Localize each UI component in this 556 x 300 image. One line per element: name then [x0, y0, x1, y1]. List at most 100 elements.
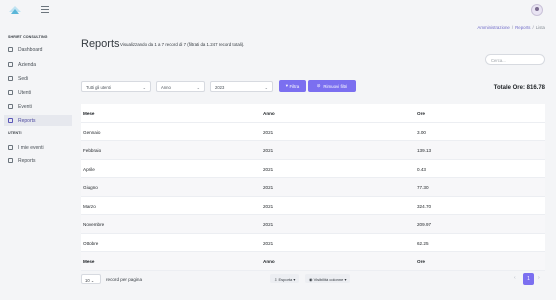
reports-icon — [8, 118, 13, 123]
sidebar-item-reports-user[interactable]: Reports — [4, 155, 72, 166]
table-row: Giugno 2021 77.30 — [81, 178, 545, 197]
calendar-icon — [8, 104, 13, 109]
chevron-down-icon: ▾ — [292, 276, 296, 282]
cell-mese: Marzo — [83, 203, 96, 209]
search-input[interactable]: Cerca... — [485, 54, 545, 65]
remove-filters-button[interactable]: ⊘ Rimuovi filtri — [308, 80, 356, 92]
table-row: Marzo 2021 324.70 — [81, 197, 545, 215]
per-page-select[interactable]: 10 ⌄ — [81, 274, 101, 284]
column-footer-mese: Mese — [83, 259, 95, 264]
table-row: Novembre 2021 209.97 — [81, 215, 545, 234]
sidebar: SHRIRT CONSULTING Dashboard Azienda Sedi… — [0, 22, 74, 300]
sidebar-item-dashboard[interactable]: Dashboard — [4, 44, 72, 55]
reports-table: Mese Anno Ore Gennaio 2021 3.00 Febbraio… — [81, 104, 545, 271]
cell-ore: 3.00 — [417, 129, 426, 135]
cell-anno: 2021 — [263, 203, 274, 209]
sidebar-item-label: I mie eventi — [18, 144, 44, 151]
cell-ore: 139.13 — [417, 148, 432, 153]
users-icon — [8, 90, 13, 95]
table-row: Febbraio 2021 139.13 — [81, 141, 545, 160]
previous-page-icon[interactable]: ‹ — [514, 275, 516, 281]
cell-anno: 2021 — [263, 166, 274, 172]
filter-button-label: Filtra — [289, 83, 300, 89]
breadcrumb-link[interactable]: Reports — [515, 25, 530, 30]
export-button[interactable]: ⇩ Esporta ▾ — [270, 274, 300, 283]
chevron-down-icon: ⌄ — [142, 85, 146, 90]
sidebar-item-label: Sedi — [18, 75, 29, 82]
filter-icon: ▾ — [285, 83, 288, 88]
chevron-down-icon: ⌄ — [264, 85, 268, 90]
chevron-down-icon: ⌄ — [196, 85, 200, 90]
breadcrumb-current: Lista — [535, 25, 545, 30]
remove-filters-label: Rimuovi filtri — [323, 83, 348, 89]
location-icon — [8, 76, 13, 81]
sidebar-item-label: Reports — [18, 157, 36, 164]
sidebar-item-label: Azienda — [18, 61, 37, 68]
year-select[interactable]: 2023 ⌄ — [210, 81, 273, 92]
sidebar-section-title: SHRIRT CONSULTING — [8, 35, 48, 39]
year-select-value: 2023 — [215, 85, 225, 90]
clear-filter-icon: ⊘ — [316, 83, 321, 88]
sidebar-item-label: Reports — [18, 117, 36, 124]
cell-mese: Ottobre — [83, 240, 99, 246]
cell-anno: 2021 — [263, 185, 274, 190]
reports-icon — [8, 158, 13, 163]
cell-mese: Giugno — [83, 185, 98, 190]
sidebar-item-label: Dashboard — [18, 46, 43, 53]
sidebar-item-utenti[interactable]: Utenti — [4, 87, 72, 98]
menu-toggle-icon[interactable] — [41, 6, 49, 14]
building-icon — [8, 62, 13, 67]
cell-mese: Gennaio — [83, 129, 101, 135]
period-select-value: Anno — [161, 85, 171, 90]
sidebar-item-label: Eventi — [18, 103, 32, 110]
filter-button[interactable]: ▾ Filtra — [279, 80, 306, 92]
cell-anno: 2021 — [263, 240, 274, 246]
page-title: Reports — [81, 38, 120, 50]
sidebar-item-sedi[interactable]: Sedi — [4, 73, 72, 84]
export-label: Esporta — [278, 276, 293, 282]
table-header-row: Mese Anno Ore — [81, 104, 545, 123]
page-subtitle: Visualizzando da 1 a 7 record di 7 (filt… — [120, 42, 245, 47]
sidebar-item-label: Utenti — [18, 89, 32, 96]
cell-mese: Novembre — [83, 222, 105, 227]
user-select-value: Tutti gli utenti — [86, 85, 111, 90]
cell-anno: 2021 — [263, 148, 274, 153]
column-footer-ore: Ore — [417, 259, 425, 264]
cell-ore: 62.25 — [417, 240, 429, 246]
cell-mese: Febbraio — [83, 148, 102, 153]
calendar-icon — [8, 145, 13, 150]
breadcrumb-separator: / — [532, 25, 534, 30]
table-row: Ottobre 2021 62.25 — [81, 234, 545, 252]
breadcrumb-separator: / — [511, 25, 514, 30]
column-visibility-label: Visibilità colonne — [313, 276, 344, 282]
total-hours: Totale Ore: 816.78 — [493, 85, 545, 91]
sidebar-item-eventi[interactable]: Eventi — [4, 101, 72, 112]
table-row: Gennaio 2021 3.00 — [81, 123, 545, 141]
logo-icon[interactable] — [8, 4, 22, 16]
column-header-mese[interactable]: Mese — [83, 111, 95, 116]
next-page-icon[interactable]: › — [538, 275, 540, 281]
column-header-anno[interactable]: Anno — [263, 111, 275, 116]
sidebar-item-reports[interactable]: Reports — [4, 115, 72, 126]
table-row: Aprile 2021 0.43 — [81, 160, 545, 178]
cell-anno: 2021 — [263, 129, 274, 135]
sidebar-item-miei-eventi[interactable]: I mie eventi — [4, 142, 72, 153]
cell-mese: Aprile — [83, 166, 95, 172]
cell-ore: 0.43 — [417, 166, 426, 172]
cell-ore: 209.97 — [417, 222, 432, 227]
column-footer-anno: Anno — [263, 259, 275, 264]
column-visibility-button[interactable]: ◉ Visibilità colonne ▾ — [305, 274, 351, 283]
chevron-down-icon: ⌄ — [90, 277, 95, 283]
avatar[interactable] — [531, 4, 543, 16]
period-select[interactable]: Anno ⌄ — [156, 81, 205, 92]
chevron-down-icon: ▾ — [343, 276, 347, 282]
per-page-label: record per pagina — [106, 276, 143, 282]
user-select[interactable]: Tutti gli utenti ⌄ — [81, 81, 151, 92]
breadcrumb-link[interactable]: Amministrazione — [477, 25, 509, 30]
current-page-button[interactable]: 1 — [523, 273, 534, 285]
cell-ore: 77.30 — [417, 185, 429, 190]
cell-ore: 324.70 — [417, 203, 432, 209]
column-header-ore[interactable]: Ore — [417, 111, 425, 116]
per-page-value: 10 — [85, 277, 90, 283]
sidebar-item-azienda[interactable]: Azienda — [4, 59, 72, 70]
